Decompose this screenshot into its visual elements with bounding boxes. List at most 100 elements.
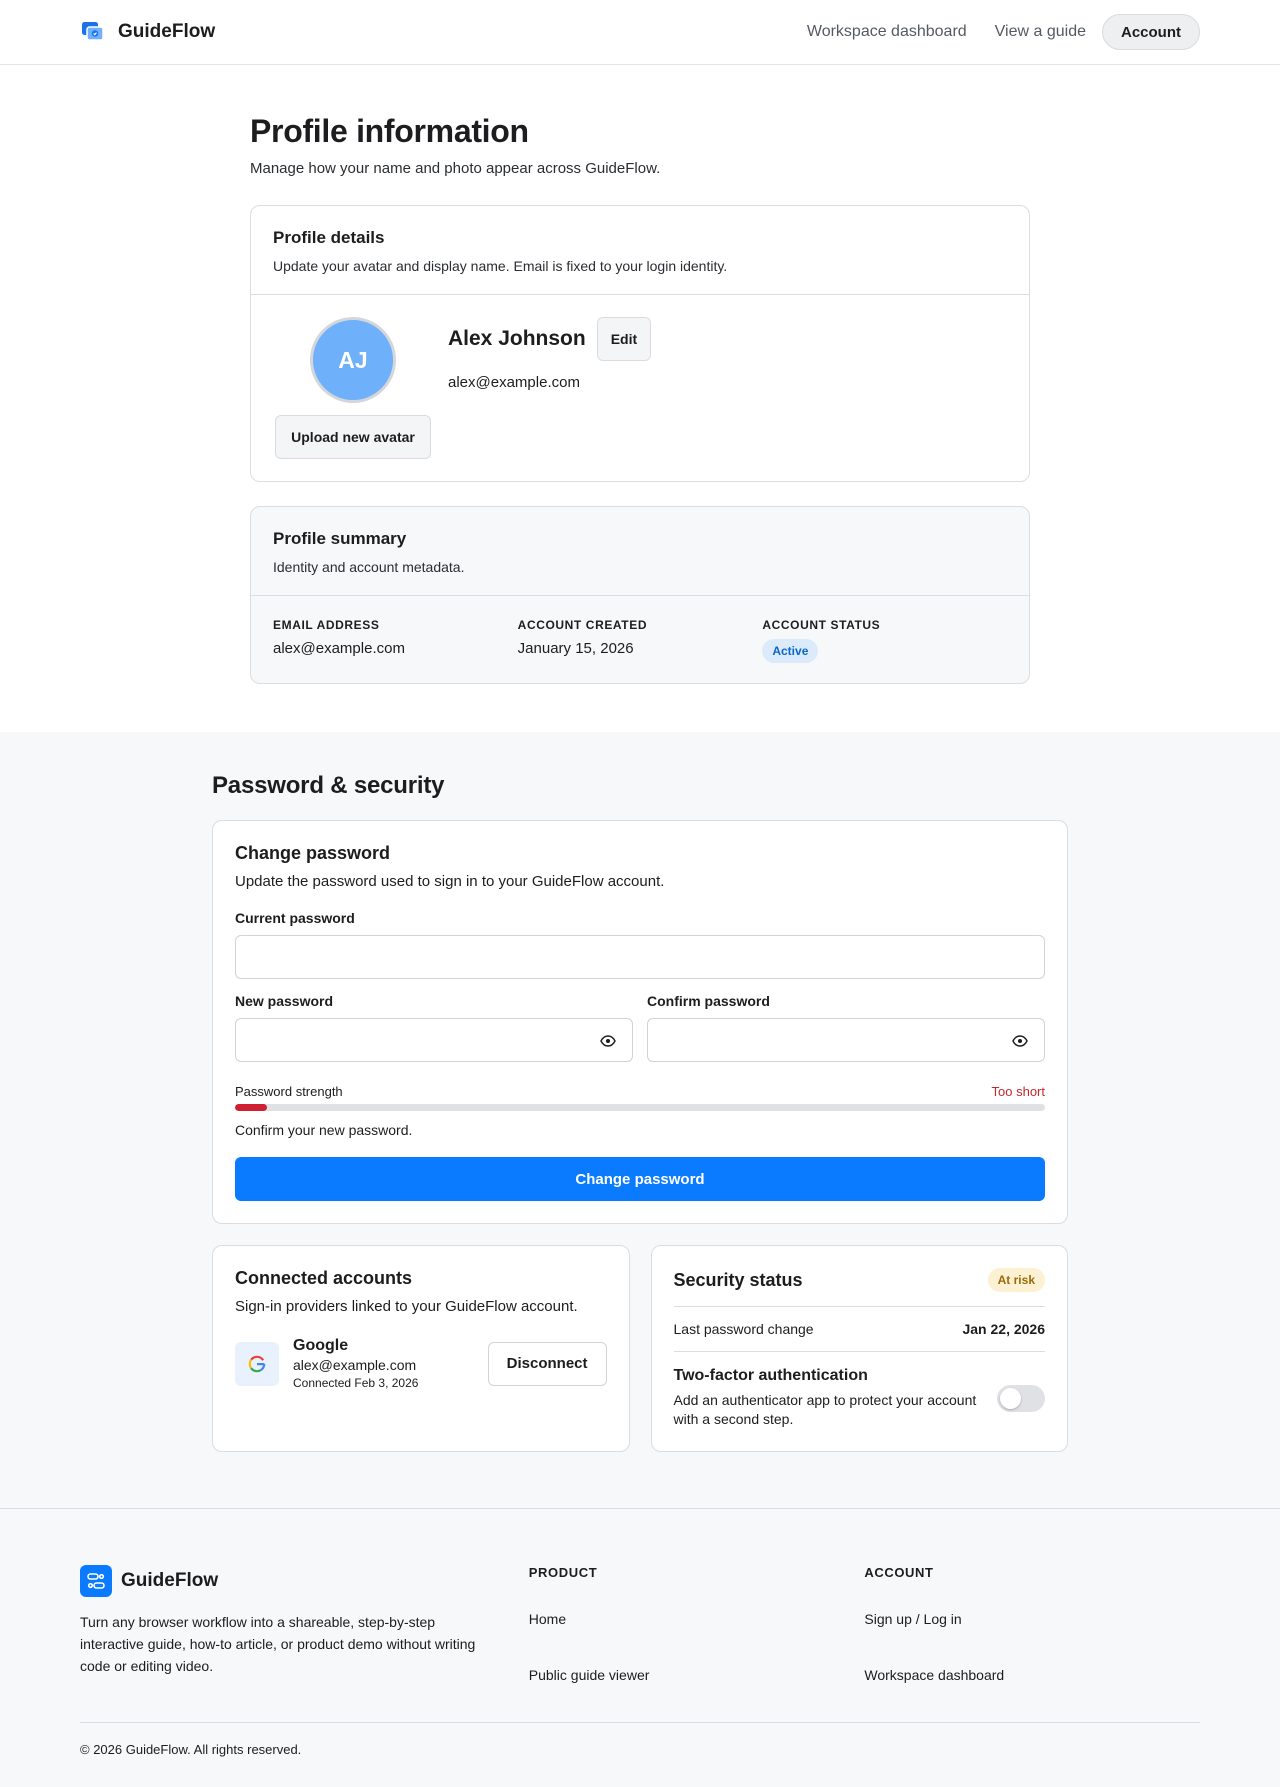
security-status-title: Security status bbox=[673, 1269, 803, 1290]
summary-label: EMAIL ADDRESS bbox=[273, 618, 380, 632]
name-column: Alex Johnson Edit alex@example.com bbox=[448, 317, 652, 459]
footer-brand: GuideFlow Turn any browser workflow into… bbox=[80, 1565, 529, 1683]
password-strength-row: Password strength Too short bbox=[235, 1084, 1045, 1099]
site-footer: GuideFlow Turn any browser workflow into… bbox=[0, 1508, 1280, 1787]
footer-product-heading: PRODUCT bbox=[528, 1565, 598, 1580]
provider-connected-date: Connected Feb 3, 2026 bbox=[293, 1376, 419, 1390]
page-title: Profile information bbox=[250, 113, 529, 149]
avatar: AJ bbox=[310, 317, 396, 403]
profile-summary-header: Profile summary Identity and account met… bbox=[251, 507, 1029, 596]
upload-avatar-button[interactable]: Upload new avatar bbox=[275, 415, 431, 459]
change-password-button[interactable]: Change password bbox=[235, 1157, 1045, 1201]
current-password-label: Current password bbox=[235, 910, 355, 926]
brand-name: GuideFlow bbox=[118, 21, 216, 42]
summary-status: ACCOUNT STATUS Active bbox=[762, 618, 1007, 663]
last-password-change-row: Last password change Jan 22, 2026 bbox=[673, 1307, 1045, 1352]
status-badge: Active bbox=[762, 639, 819, 663]
password-strength-fill bbox=[235, 1104, 268, 1111]
security-bottom-row: Connected accounts Sign-in providers lin… bbox=[212, 1245, 1068, 1452]
footer-link-home[interactable]: Home bbox=[529, 1611, 865, 1627]
footer-product-column: PRODUCT Home Public guide viewer bbox=[529, 1565, 865, 1683]
confirm-password-field: Confirm password bbox=[647, 993, 1045, 1062]
two-factor-description: Add an authenticator app to protect your… bbox=[673, 1392, 977, 1427]
provider-row: Google alex@example.com Connected Feb 3,… bbox=[235, 1337, 607, 1390]
two-factor-row: Two-factor authentication Add an authent… bbox=[674, 1367, 1045, 1429]
change-password-description: Update the password used to sign in to y… bbox=[235, 873, 665, 890]
profile-details-title: Profile details bbox=[273, 228, 385, 247]
guideflow-footer-logo-icon bbox=[80, 1565, 112, 1597]
summary-label: ACCOUNT STATUS bbox=[762, 618, 881, 632]
footer-brand-name: GuideFlow bbox=[121, 1570, 219, 1591]
password-hint: Confirm your new password. bbox=[235, 1122, 413, 1138]
account-button[interactable]: Account bbox=[1102, 14, 1200, 50]
new-password-label: New password bbox=[235, 993, 334, 1009]
display-name: Alex Johnson bbox=[448, 327, 586, 350]
footer-top: GuideFlow Turn any browser workflow into… bbox=[80, 1565, 1200, 1683]
summary-label: ACCOUNT CREATED bbox=[517, 618, 648, 632]
current-password-input[interactable] bbox=[236, 936, 1044, 978]
profile-details-body: AJ Upload new avatar Alex Johnson Edit a… bbox=[251, 295, 1029, 481]
provider-info: Google alex@example.com Connected Feb 3,… bbox=[293, 1337, 418, 1390]
footer-account-column: ACCOUNT Sign up / Log in Workspace dashb… bbox=[864, 1565, 1200, 1683]
toggle-knob bbox=[1000, 1387, 1021, 1409]
nav-view-a-guide[interactable]: View a guide bbox=[995, 23, 1086, 41]
profile-email: alex@example.com bbox=[448, 374, 580, 391]
confirm-password-input[interactable] bbox=[648, 1019, 1044, 1061]
footer-tagline: Turn any browser workflow into a shareab… bbox=[80, 1614, 476, 1674]
password-strength-bar bbox=[235, 1104, 1045, 1111]
two-factor-title: Two-factor authentication bbox=[673, 1367, 868, 1384]
brand[interactable]: GuideFlow bbox=[80, 19, 215, 45]
profile-details-description: Update your avatar and display name. Ema… bbox=[273, 258, 728, 274]
security-status-header: Security status At risk bbox=[673, 1268, 1045, 1307]
connected-accounts-title: Connected accounts bbox=[235, 1268, 413, 1288]
profile-summary-description: Identity and account metadata. bbox=[273, 559, 465, 575]
page-subtitle: Manage how your name and photo appear ac… bbox=[250, 160, 661, 177]
show-confirm-eye-icon[interactable] bbox=[1012, 1034, 1028, 1047]
security-section: Password & security Change password Upda… bbox=[0, 732, 1280, 1508]
footer-link-workspace-dashboard[interactable]: Workspace dashboard bbox=[864, 1667, 1200, 1683]
current-password-wrapper bbox=[235, 935, 1045, 979]
profile-summary-title: Profile summary bbox=[273, 529, 407, 548]
new-password-wrapper bbox=[235, 1018, 633, 1062]
new-password-input[interactable] bbox=[236, 1019, 632, 1061]
confirm-password-label: Confirm password bbox=[647, 993, 770, 1009]
provider-email: alex@example.com bbox=[293, 1357, 417, 1373]
edit-name-button[interactable]: Edit bbox=[596, 317, 652, 361]
google-icon bbox=[235, 1341, 279, 1386]
primary-nav: Workspace dashboard View a guide Account bbox=[779, 14, 1200, 50]
profile-details-header: Profile details Update your avatar and d… bbox=[251, 206, 1029, 295]
top-navigation-bar: GuideFlow Workspace dashboard View a gui… bbox=[0, 0, 1280, 65]
connected-accounts-card: Connected accounts Sign-in providers lin… bbox=[212, 1245, 630, 1452]
footer-link-public-guide-viewer[interactable]: Public guide viewer bbox=[529, 1667, 865, 1683]
provider-name: Google bbox=[293, 1337, 349, 1354]
current-password-field: Current password bbox=[235, 910, 1045, 979]
security-title: Password & security bbox=[212, 772, 445, 799]
guideflow-logo-icon bbox=[80, 19, 106, 45]
connected-accounts-description: Sign-in providers linked to your GuideFl… bbox=[235, 1298, 578, 1315]
profile-details-card: Profile details Update your avatar and d… bbox=[250, 205, 1030, 482]
risk-badge: At risk bbox=[987, 1268, 1045, 1292]
show-password-eye-icon[interactable] bbox=[600, 1034, 616, 1047]
avatar-column: AJ Upload new avatar bbox=[273, 317, 433, 459]
profile-section: Profile information Manage how your name… bbox=[250, 65, 1030, 684]
security-status-card: Security status At risk Last password ch… bbox=[650, 1245, 1068, 1452]
footer-link-sign-up[interactable]: Sign up / Log in bbox=[864, 1611, 1200, 1627]
new-password-row: New password Confirm password bbox=[235, 993, 1045, 1062]
confirm-password-wrapper bbox=[647, 1018, 1045, 1062]
two-factor-text: Two-factor authentication Add an authent… bbox=[674, 1367, 998, 1429]
last-password-change-value: Jan 22, 2026 bbox=[962, 1321, 1045, 1337]
footer-brand-row[interactable]: GuideFlow bbox=[80, 1565, 529, 1597]
footer-account-heading: ACCOUNT bbox=[864, 1565, 934, 1580]
password-strength-status: Too short bbox=[991, 1084, 1045, 1099]
new-password-field: New password bbox=[235, 993, 633, 1062]
summary-value: alex@example.com bbox=[273, 640, 405, 657]
password-strength-label: Password strength bbox=[235, 1084, 343, 1099]
nav-workspace-dashboard[interactable]: Workspace dashboard bbox=[807, 23, 967, 41]
name-row: Alex Johnson Edit bbox=[448, 317, 652, 361]
two-factor-toggle[interactable] bbox=[997, 1384, 1045, 1412]
change-password-title: Change password bbox=[235, 843, 391, 863]
disconnect-button[interactable]: Disconnect bbox=[487, 1341, 607, 1386]
footer-copyright: © 2026 GuideFlow. All rights reserved. bbox=[80, 1722, 1200, 1757]
last-password-change-label: Last password change bbox=[673, 1321, 814, 1337]
summary-value: January 15, 2026 bbox=[517, 640, 634, 657]
